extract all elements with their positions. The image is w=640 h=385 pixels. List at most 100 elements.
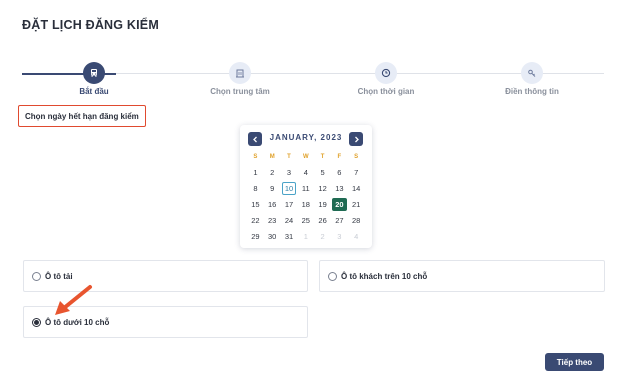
- calendar-day[interactable]: 25: [297, 213, 314, 229]
- building-icon: [229, 62, 251, 84]
- clock-icon: [375, 62, 397, 84]
- calendar-day-other-month: 4: [348, 229, 365, 245]
- calendar-day-number: 18: [301, 199, 310, 209]
- calendar-day-number: 14: [352, 183, 361, 193]
- calendar-day[interactable]: 13: [331, 180, 348, 196]
- calendar-day[interactable]: 20: [331, 196, 348, 212]
- calendar-header: JANUARY, 2023: [240, 132, 372, 146]
- step-start[interactable]: Bắt đầu: [39, 62, 149, 96]
- calendar-day-number: 16: [268, 199, 277, 209]
- option-car-label: Ô tô dưới 10 chỗ: [45, 317, 110, 327]
- calendar-day[interactable]: 22: [247, 213, 264, 229]
- calendar-day-number: 1: [303, 232, 308, 242]
- calendar-day[interactable]: 15: [247, 196, 264, 212]
- calendar-day[interactable]: 7: [348, 164, 365, 180]
- calendar-day[interactable]: 31: [281, 229, 298, 245]
- calendar-day-number: 2: [320, 232, 325, 242]
- calendar-day[interactable]: 5: [314, 164, 331, 180]
- date-picker-calendar: JANUARY, 2023 S M T W T F S 1 2 3 4 5 6 7 8 9 10 11 12 13 14…: [240, 125, 372, 248]
- calendar-day[interactable]: 23: [264, 213, 281, 229]
- calendar-day[interactable]: 24: [281, 213, 298, 229]
- calendar-day-number: 20: [332, 197, 347, 211]
- calendar-day[interactable]: 2: [264, 164, 281, 180]
- key-icon: [521, 62, 543, 84]
- calendar-day[interactable]: 29: [247, 229, 264, 245]
- calendar-day-number: 5: [320, 167, 325, 177]
- calendar-day-number: 4: [354, 232, 359, 242]
- car-icon: [83, 62, 105, 84]
- expiry-date-label: Chọn ngày hết hạn đăng kiểm: [18, 105, 146, 127]
- pointer-arrow-icon: [55, 285, 92, 315]
- calendar-day[interactable]: 14: [348, 180, 365, 196]
- calendar-day[interactable]: 6: [331, 164, 348, 180]
- calendar-day-number: 9: [270, 183, 275, 193]
- calendar-day[interactable]: 8: [247, 180, 264, 196]
- calendar-day[interactable]: 28: [348, 213, 365, 229]
- calendar-day-number: 24: [284, 216, 294, 226]
- calendar-day-other-month: 2: [314, 229, 331, 245]
- calendar-day[interactable]: 1: [247, 164, 264, 180]
- calendar-day[interactable]: 21: [348, 196, 365, 212]
- calendar-day-number: 23: [268, 216, 277, 226]
- page-title: ĐẶT LỊCH ĐĂNG KIỂM: [22, 18, 159, 32]
- calendar-day[interactable]: 16: [264, 196, 281, 212]
- chevron-right-icon: [354, 136, 359, 142]
- calendar-day[interactable]: 19: [314, 196, 331, 212]
- calendar-month-label: JANUARY, 2023: [269, 133, 343, 142]
- next-button[interactable]: Tiếp theo: [545, 353, 604, 371]
- chevron-left-icon: [252, 136, 257, 142]
- calendar-day-number: 10: [281, 181, 297, 195]
- calendar-day-number: 13: [335, 183, 344, 193]
- calendar-day-number: 12: [318, 183, 327, 193]
- step-choose-time[interactable]: Chọn thời gian: [331, 62, 441, 96]
- step-label-info: Điền thông tin: [505, 87, 559, 96]
- calendar-day[interactable]: 4: [297, 164, 314, 180]
- weekday-header: T: [287, 154, 291, 160]
- calendar-grid: S M T W T F S 1 2 3 4 5 6 7 8 9 10 11 12 13 14 15 16 17 18 19 20 21…: [247, 151, 365, 245]
- calendar-day[interactable]: 9: [264, 180, 281, 196]
- radio-car[interactable]: [32, 317, 41, 327]
- prev-month-button[interactable]: [248, 132, 262, 146]
- calendar-day-number: 11: [301, 183, 310, 193]
- calendar-day[interactable]: 18: [297, 196, 314, 212]
- option-bus-label: Ô tô khách trên 10 chỗ: [341, 271, 428, 281]
- calendar-day-other-month: 1: [297, 229, 314, 245]
- weekday-header: M: [269, 154, 275, 160]
- progress-stepper: Bắt đầu Chọn trung tâm Chọn thời gian Đi…: [22, 62, 604, 102]
- weekday-header: S: [354, 154, 359, 160]
- radio-truck[interactable]: [32, 271, 41, 281]
- weekday-header: W: [302, 154, 309, 160]
- calendar-day-number: 4: [303, 167, 308, 177]
- calendar-day-number: 21: [352, 199, 361, 209]
- weekday-header: T: [320, 154, 325, 160]
- step-fill-info[interactable]: Điền thông tin: [477, 62, 587, 96]
- calendar-day[interactable]: 12: [314, 180, 331, 196]
- calendar-day-number: 30: [268, 232, 277, 242]
- calendar-day-number: 7: [354, 167, 359, 177]
- calendar-day-number: 25: [301, 216, 310, 226]
- step-label-time: Chọn thời gian: [357, 87, 415, 96]
- calendar-day[interactable]: 26: [314, 213, 331, 229]
- calendar-day-number: 28: [352, 216, 361, 226]
- calendar-day[interactable]: 10: [281, 180, 298, 196]
- calendar-day-number: 22: [251, 216, 260, 226]
- calendar-day[interactable]: 27: [331, 213, 348, 229]
- weekday-header: S: [253, 154, 258, 160]
- calendar-day[interactable]: 17: [281, 196, 298, 212]
- calendar-day-number: 19: [318, 199, 327, 209]
- calendar-day[interactable]: 3: [281, 164, 298, 180]
- calendar-day-number: 29: [251, 232, 260, 242]
- radio-bus[interactable]: [328, 271, 337, 281]
- calendar-day[interactable]: 11: [297, 180, 314, 196]
- step-label-start: Bắt đầu: [79, 87, 109, 96]
- calendar-day-number: 3: [286, 167, 292, 177]
- calendar-day-number: 31: [284, 232, 294, 242]
- option-bus[interactable]: Ô tô khách trên 10 chỗ: [319, 260, 605, 292]
- calendar-day-other-month: 3: [331, 229, 348, 245]
- next-month-button[interactable]: [349, 132, 363, 146]
- calendar-day[interactable]: 30: [264, 229, 281, 245]
- calendar-day-number: 6: [337, 167, 342, 177]
- calendar-day-number: 26: [318, 216, 327, 226]
- calendar-day-number: 27: [335, 216, 344, 226]
- step-choose-center[interactable]: Chọn trung tâm: [185, 62, 295, 96]
